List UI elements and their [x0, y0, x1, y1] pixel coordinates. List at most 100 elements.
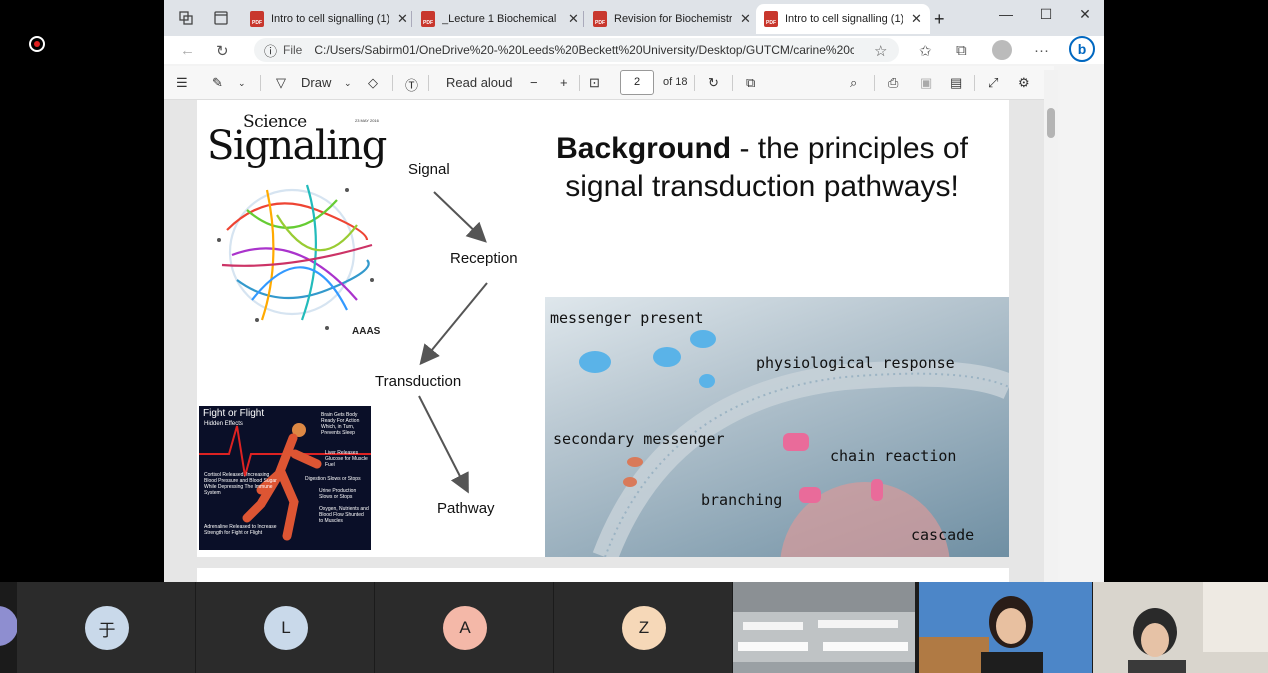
left-margin [0, 0, 164, 582]
bing-icon[interactable]: b [1069, 36, 1095, 62]
next-pdf-page [197, 568, 1009, 582]
minimize-icon[interactable]: — [996, 6, 1016, 22]
participant-tile[interactable]: 于 [17, 582, 195, 673]
avatar: L [264, 606, 308, 650]
pdf-icon: PDF [421, 11, 435, 27]
page-view-icon[interactable]: ⧉ [746, 75, 755, 91]
pdf-icon: PDF [593, 11, 607, 27]
close-tab-icon[interactable]: ✕ [911, 11, 922, 27]
fit-page-icon[interactable]: ⊡ [589, 75, 600, 91]
fight-label: Oxygen, Nutrients and Blood Flow Shunted… [319, 506, 369, 524]
cell-membrane-graphic [579, 330, 1009, 557]
avatar: A [443, 606, 487, 650]
browser-window: PDF Intro to cell signalling (1).pdf ✕ P… [164, 0, 1104, 582]
save-as-icon[interactable]: ▤ [950, 75, 962, 91]
slide-title: Background - the principles of signal tr… [556, 132, 968, 203]
page-number-input[interactable]: 2 [620, 70, 654, 95]
fight-label: Urine Production Slows or Stops [319, 488, 357, 500]
scheme-label: File [283, 43, 303, 57]
video-feed-presenter[interactable] [919, 582, 1092, 673]
fight-or-flight-image: Fight or Flight Hidden Effects Brain Get… [199, 406, 371, 550]
url-field[interactable]: ⓘ File C:/Users/Sabirm01/OneDrive%20-%20… [254, 38, 899, 62]
pdf-scrollbar[interactable] [1044, 70, 1058, 582]
back-icon[interactable]: ← [180, 42, 195, 59]
tab-strip: PDF Intro to cell signalling (1).pdf ✕ P… [164, 0, 1104, 36]
settings-icon[interactable]: ⚙ [1018, 75, 1030, 91]
close-tab-icon[interactable]: ✕ [740, 11, 751, 27]
tab-intro-cell-signalling-active[interactable]: PDF Intro to cell signalling (1).pdf ✕ [756, 4, 930, 34]
video-feed-participant[interactable] [1093, 582, 1268, 673]
pdf-icon: PDF [250, 11, 264, 27]
cell-label-secondary: secondary messenger [553, 430, 725, 448]
tab-title: _Lecture 1 Biochemical Nu [442, 13, 560, 25]
avatar: 于 [85, 606, 129, 650]
eraser-icon[interactable]: ◇ [368, 75, 378, 91]
avatar: Z [622, 606, 666, 650]
favorite-star-icon[interactable]: ☆ [874, 42, 887, 60]
cell-label-cascade: cascade [911, 526, 975, 544]
pdf-page: Science Signaling 23 MAY 2016 AAAS Signa… [197, 100, 1009, 557]
fight-label: Adrenaline Released to Increase Strength… [204, 524, 277, 536]
more-options-icon[interactable]: ··· [1034, 42, 1049, 59]
fight-label: Digestion Slows or Stops [305, 476, 361, 482]
cell-label-branching: branching [701, 491, 783, 509]
zoom-in-button[interactable]: + [560, 75, 568, 90]
avatar[interactable] [0, 606, 18, 646]
close-window-icon[interactable]: ✕ [1075, 6, 1095, 23]
close-tab-icon[interactable]: ✕ [568, 11, 579, 27]
read-aloud-button[interactable]: Read aloud [446, 75, 513, 90]
favorites-icon[interactable]: ✩ [919, 42, 932, 60]
fight-label: Liver Releases Glucose for Muscle Fuel [325, 450, 368, 468]
draw-icon[interactable]: ▽ [276, 75, 286, 91]
collections-icon[interactable]: ⧉ [956, 42, 967, 59]
video-strip: 于 L A Z [0, 582, 1268, 673]
participant-tile[interactable]: L [196, 582, 374, 673]
maximize-icon[interactable]: ☐ [1036, 6, 1056, 23]
workspaces-icon[interactable] [178, 10, 194, 26]
chevron-down-icon[interactable]: ⌄ [238, 78, 246, 89]
text-icon[interactable]: Ⓣ [405, 75, 418, 94]
page-total: of 18 [663, 76, 688, 88]
url-text: C:/Users/Sabirm01/OneDrive%20-%20Leeds%2… [314, 43, 855, 57]
search-icon[interactable]: ⌕ [850, 75, 857, 91]
cell-label-physiological: physiological response [756, 354, 955, 372]
right-margin [1104, 0, 1268, 582]
refresh-icon[interactable]: ↻ [216, 42, 229, 60]
highlight-icon[interactable]: ✎ [212, 75, 223, 91]
participant-video-image [1093, 582, 1268, 673]
rotate-icon[interactable]: ↻ [708, 75, 719, 91]
tab-title: Revision for Biochemistry [614, 13, 732, 25]
new-tab-button[interactable]: + [926, 4, 953, 34]
zoom-out-button[interactable]: − [530, 75, 538, 90]
participant-tile[interactable]: A [375, 582, 553, 673]
participant-tile[interactable]: Z [554, 582, 732, 673]
fight-label: Cortisol Released, Increasing Blood Pres… [204, 472, 277, 496]
close-tab-icon[interactable]: ✕ [397, 11, 408, 27]
contents-icon[interactable]: ☰ [176, 75, 188, 91]
cell-signalling-illustration: messenger present physiological response… [545, 297, 1009, 557]
draw-button[interactable]: Draw [301, 75, 331, 90]
video-feed-classroom[interactable] [733, 582, 915, 673]
pdf-icon: PDF [764, 11, 778, 27]
tab-intro-cell-signalling-1[interactable]: PDF Intro to cell signalling (1).pdf ✕ [242, 4, 416, 34]
tab-title: Intro to cell signalling (1).pdf [271, 13, 389, 25]
chevron-down-icon[interactable]: ⌄ [344, 78, 352, 89]
tab-lecture-1-biochemical[interactable]: PDF _Lecture 1 Biochemical Nu ✕ [413, 4, 587, 34]
info-icon[interactable]: ⓘ [264, 41, 277, 60]
tab-revision-biochemistry[interactable]: PDF Revision for Biochemistry ✕ [585, 4, 759, 34]
fight-label: Brain Gets Body Ready For Action Which, … [321, 412, 360, 436]
address-bar: ← ↻ ⓘ File C:/Users/Sabirm01/OneDrive%20… [164, 36, 1104, 64]
tab-title: Intro to cell signalling (1).pdf [785, 13, 903, 25]
scroll-thumb[interactable] [1047, 108, 1055, 138]
save-icon[interactable]: ▣ [920, 75, 932, 91]
fullscreen-icon[interactable]: ⤢ [988, 75, 998, 91]
record-indicator-icon [29, 36, 45, 52]
pdf-toolbar: ☰ ✎ ⌄ ▽ Draw ⌄ ◇ Ⓣ Read aloud − + ⊡ 2 of… [164, 66, 1054, 100]
profile-avatar[interactable] [992, 40, 1012, 60]
print-icon[interactable]: ⎙ [888, 75, 898, 91]
presenter-video-image [919, 582, 1092, 673]
classroom-video-image [733, 582, 915, 673]
tab-actions-icon[interactable] [213, 10, 229, 26]
cell-label-messenger: messenger present [550, 309, 704, 327]
cell-label-chain: chain reaction [830, 447, 957, 465]
